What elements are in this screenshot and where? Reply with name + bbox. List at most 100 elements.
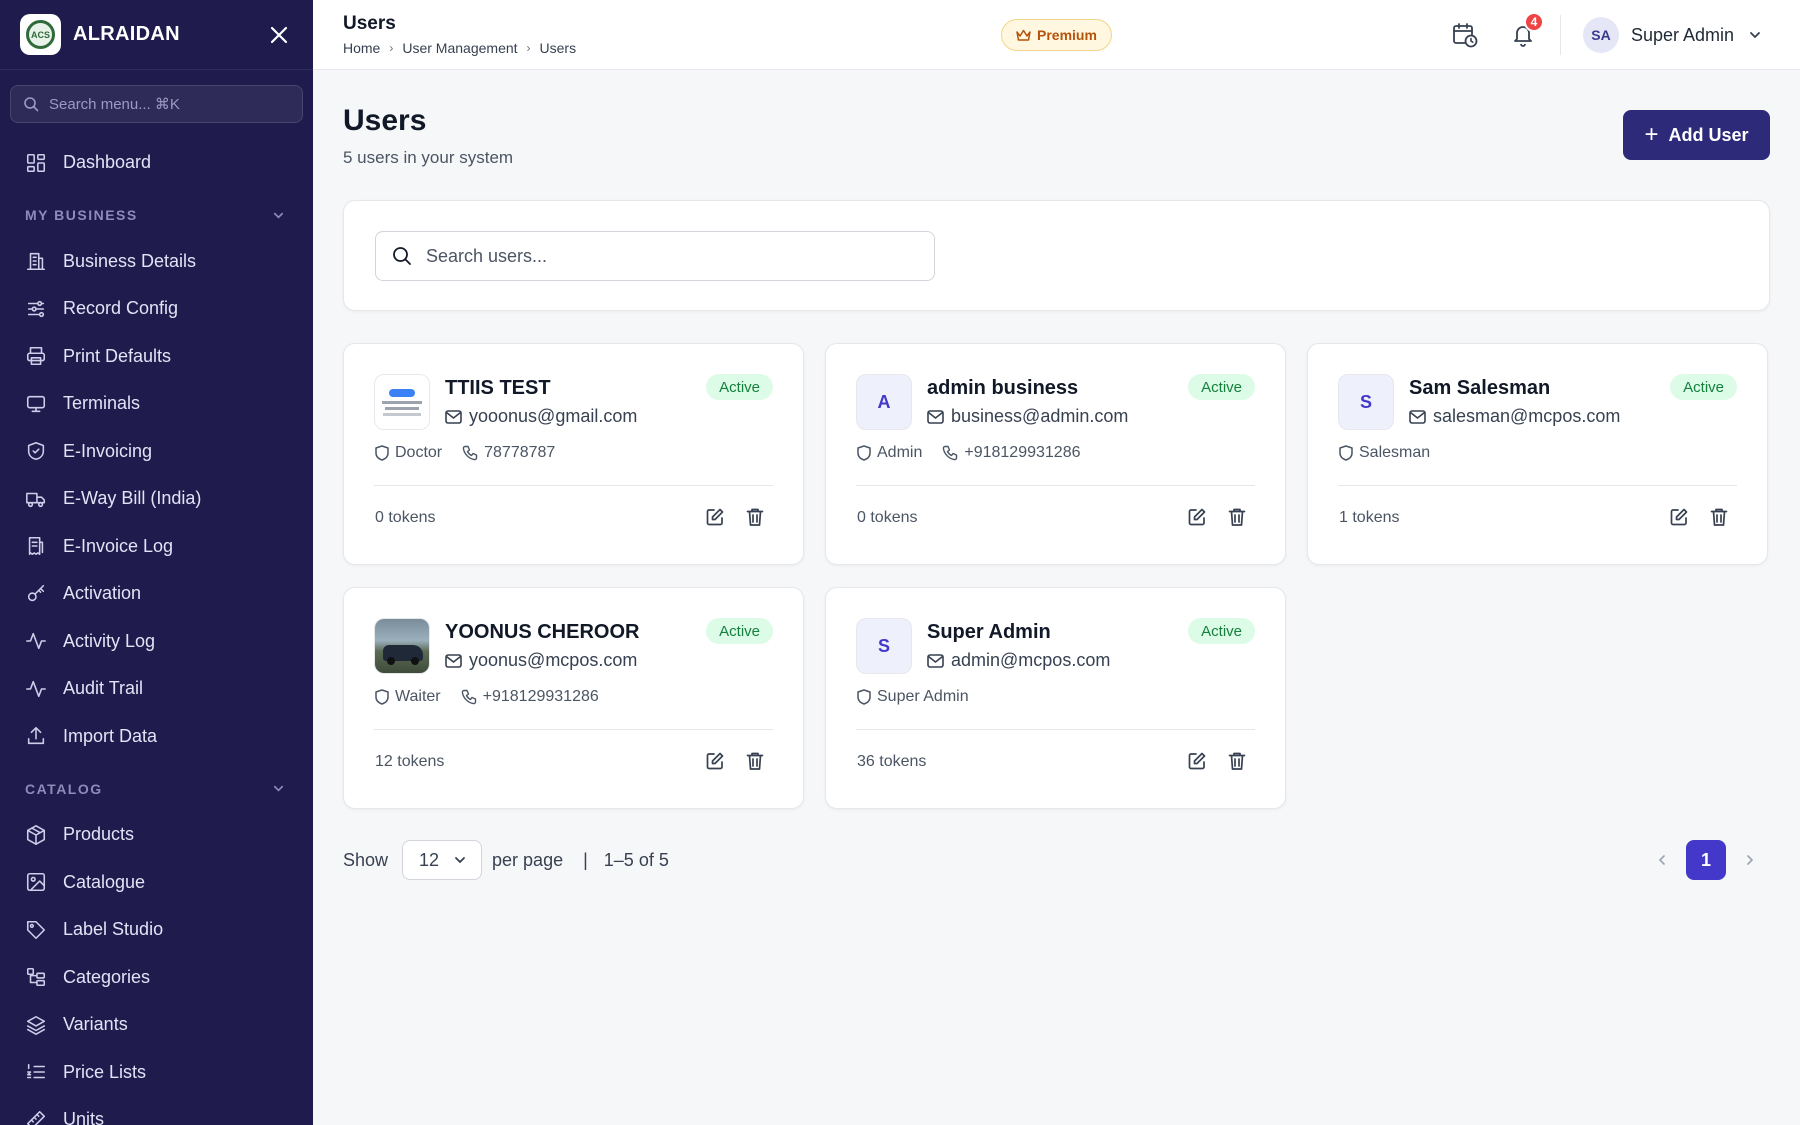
shield-check-icon [27,442,45,461]
sidebar-item-print-defaults[interactable]: Print Defaults [0,333,313,381]
notification-count-badge: 4 [1524,12,1544,32]
ruler-icon [26,1110,46,1125]
sidebar-item-e-way-bill-india[interactable]: E-Way Bill (India) [0,475,313,523]
user-card: S Super Admin admin@mcpos.com Active Super A… [825,587,1286,809]
sidebar-item-label: Activity Log [63,630,156,651]
sidebar-section-catalog[interactable]: CATALOG [0,760,313,811]
building-icon [26,253,46,271]
sidebar-item-business-details[interactable]: Business Details [0,238,313,286]
user-search-box[interactable] [375,231,935,281]
user-email: business@admin.com [927,406,1128,427]
close-sidebar-button[interactable] [265,21,293,49]
user-phone: +918129931286 [964,444,1081,461]
pagination-controls: 1 [1642,840,1770,880]
sidebar-item-audit-trail[interactable]: Audit Trail [0,665,313,713]
prev-page-button[interactable] [1642,840,1682,880]
sidebar-item-dashboard[interactable]: Dashboard [0,139,313,187]
search-icon [393,247,411,265]
add-user-button[interactable]: + Add User [1623,110,1770,160]
sidebar-nav: Dashboard MY BUSINESS Business Details Reco… [0,139,313,1125]
delete-user-button[interactable] [743,749,767,773]
premium-badge: Premium [1001,19,1112,51]
sidebar-search-input[interactable] [49,95,269,113]
close-icon [270,26,288,43]
sliders-icon [27,300,45,317]
notifications-button[interactable]: 4 [1508,12,1544,50]
brand-name: ALRAIDAN [73,23,180,45]
sidebar-item-catalogue[interactable]: Catalogue [0,859,313,907]
user-tokens: 1 tokens [1339,509,1400,526]
user-meta: Salesman [1339,444,1450,462]
status-badge: Active [706,374,773,400]
delete-user-button[interactable] [1225,749,1249,773]
card-actions [687,505,767,529]
sidebar-section-my-business[interactable]: MY BUSINESS [0,187,313,238]
chevron-left-icon [1658,855,1665,865]
delete-user-button[interactable] [1225,505,1249,529]
user-menu[interactable]: SA Super Admin [1583,17,1762,53]
user-phone: +918129931286 [482,688,599,705]
sidebar-item-import-data[interactable]: Import Data [0,713,313,761]
sidebar-item-record-config[interactable]: Record Config [0,285,313,333]
edit-user-button[interactable] [703,505,727,529]
plus-icon: + [1644,121,1659,148]
user-email: yoonus@mcpos.com [445,650,637,671]
breadcrumb: Home › User Management › Users [343,40,576,56]
chevron-down-icon [1750,32,1760,39]
user-tokens: 36 tokens [857,753,927,770]
calendar-clock-button[interactable] [1450,20,1480,50]
edit-user-button[interactable] [1667,505,1691,529]
sidebar-item-e-invoicing[interactable]: E-Invoicing [0,428,313,476]
breadcrumb-user-management[interactable]: User Management [402,40,517,56]
sidebar-search[interactable] [10,85,303,123]
user-phone: 78778787 [484,444,556,461]
user-role: Salesman [1359,444,1431,461]
divider [856,729,1255,730]
monitor-icon [26,395,46,412]
sidebar-item-label: Dashboard [63,152,152,173]
sidebar-item-activity-log[interactable]: Activity Log [0,618,313,666]
shield-icon [375,689,389,705]
layers-icon [26,1015,46,1035]
shield-icon [857,689,871,705]
card-actions [1169,505,1249,529]
upload-icon [27,727,45,745]
sidebar-item-e-invoice-log[interactable]: E-Invoice Log [0,523,313,571]
user-name: YOONUS CHEROOR [445,621,640,643]
sidebar-item-price-lists[interactable]: Price Lists [0,1049,313,1097]
delete-user-button[interactable] [1707,505,1731,529]
chevron-right-icon: › [526,41,531,55]
user-email: yooonus@gmail.com [445,406,637,427]
tag-icon [26,920,46,939]
sidebar-item-terminals[interactable]: Terminals [0,380,313,428]
user-role: Waiter [395,688,441,705]
chevron-right-icon: › [389,41,394,55]
sidebar-item-label-studio[interactable]: Label Studio [0,906,313,954]
divider [1338,485,1737,486]
per-page-select[interactable]: 12 [402,840,483,880]
sidebar-item-label: Print Defaults [63,345,172,366]
next-page-button[interactable] [1730,840,1770,880]
sidebar-item-label: E-Invoice Log [63,535,174,556]
sidebar-item-activation[interactable]: Activation [0,570,313,618]
receipt-icon [28,537,44,556]
sidebar-item-units[interactable]: Units [0,1096,313,1125]
edit-user-button[interactable] [1185,505,1209,529]
page-button-1[interactable]: 1 [1686,840,1726,880]
edit-user-button[interactable] [703,749,727,773]
delete-user-button[interactable] [743,505,767,529]
edit-icon [1670,508,1688,526]
edit-user-button[interactable] [1185,749,1209,773]
topbar: Users Home › User Management › Users Pre… [313,0,1800,70]
list-ordered-icon [26,1064,46,1079]
sidebar-item-variants[interactable]: Variants [0,1001,313,1049]
sidebar-item-categories[interactable]: Categories [0,954,313,1002]
status-badge: Active [706,618,773,644]
user-search-input[interactable] [426,245,906,267]
breadcrumb-home[interactable]: Home [343,40,380,56]
user-card: Aadmin business business@admin.com Active A… [825,343,1286,565]
sidebar-item-label: Activation [63,583,142,604]
image-icon [26,873,46,892]
activity-icon [26,680,46,697]
sidebar-item-products[interactable]: Products [0,811,313,859]
